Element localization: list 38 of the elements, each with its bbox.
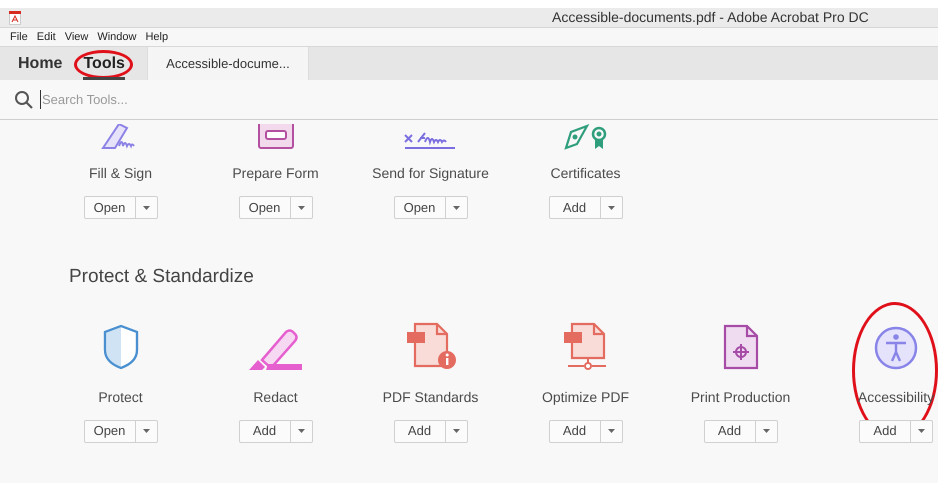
menu-item[interactable]: Window bbox=[97, 28, 136, 46]
tab[interactable]: Home bbox=[18, 47, 62, 80]
menu-item[interactable]: Help bbox=[145, 28, 168, 46]
caret-icon bbox=[452, 429, 460, 433]
tool-name: Send for Signature bbox=[372, 164, 489, 183]
tool-name: Redact bbox=[253, 388, 298, 406]
document-tab[interactable]: Accessible-docume... bbox=[146, 47, 309, 80]
search-field[interactable]: Search Tools... bbox=[40, 90, 340, 110]
caret-icon bbox=[298, 206, 304, 210]
caret-icon bbox=[452, 206, 460, 210]
tool-name: Print Production bbox=[690, 388, 790, 406]
menu-item[interactable]: File bbox=[10, 28, 28, 46]
tool-name: Certificates bbox=[550, 164, 621, 183]
tool-name: Prepare Form bbox=[232, 164, 319, 183]
pen-ribbon-icon bbox=[562, 124, 608, 150]
form-field-icon bbox=[256, 124, 294, 150]
document-crosshair-icon bbox=[722, 324, 760, 370]
document-info-icon bbox=[404, 322, 456, 370]
tool-name: Protect bbox=[98, 388, 143, 406]
shield-icon bbox=[102, 324, 140, 370]
highlighter-icon bbox=[248, 328, 304, 370]
window-title: Accessible-documents.pdf - Adobe Acrobat Pro DC bbox=[552, 8, 869, 27]
caret-icon bbox=[142, 206, 150, 210]
caret-icon bbox=[298, 429, 304, 433]
accessibility-icon bbox=[874, 326, 918, 370]
caret-icon bbox=[918, 429, 925, 433]
caret-icon bbox=[762, 429, 770, 433]
menu-item[interactable]: Edit bbox=[36, 28, 56, 46]
tool-name: Fill & Sign bbox=[88, 164, 152, 183]
menu-item[interactable]: View bbox=[64, 28, 88, 46]
tool-name: PDF Standards bbox=[382, 388, 478, 406]
pdf-app-icon bbox=[9, 10, 21, 24]
search-icon bbox=[14, 90, 34, 110]
caret-icon bbox=[608, 206, 614, 210]
section-heading: Protect & Standardize bbox=[68, 265, 255, 289]
caret-icon bbox=[142, 429, 150, 433]
tool-name: Optimize PDF bbox=[542, 388, 630, 407]
caret-icon bbox=[608, 429, 614, 433]
